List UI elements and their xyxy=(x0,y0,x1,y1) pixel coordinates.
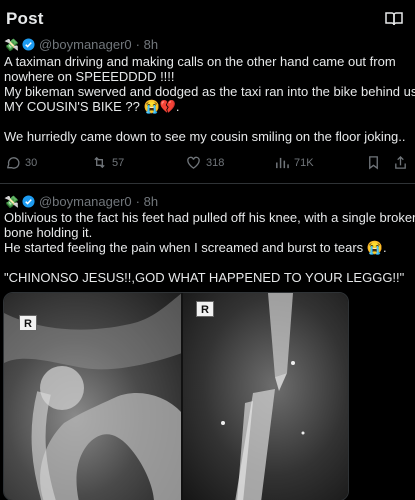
verified-badge-icon xyxy=(22,38,35,51)
tweet-actions: 30 57 318 71K xyxy=(0,155,415,173)
text-line: Oblivious to the fact his feet had pulle… xyxy=(4,210,415,225)
xray-marker: R xyxy=(19,315,37,331)
post-time: · 8h xyxy=(135,37,159,52)
tweet-text: Oblivious to the fact his feet had pulle… xyxy=(4,210,415,285)
reply-icon xyxy=(7,157,20,169)
text-line: MY COUSIN'S BIKE ?? 😭💔. xyxy=(4,99,180,114)
bookmark-icon xyxy=(369,156,378,170)
text-line-blank xyxy=(4,114,410,129)
text-line: A taximan driving and making calls on th… xyxy=(4,54,396,69)
views-chart-icon xyxy=(276,157,289,169)
bookmark-button[interactable] xyxy=(366,155,386,170)
repost-icon xyxy=(94,156,105,169)
like-count: 318 xyxy=(206,156,225,169)
text-line: We hurriedly came down to see my cousin … xyxy=(4,129,406,144)
share-icon xyxy=(395,155,406,169)
top-bar: Post xyxy=(0,0,415,38)
text-line: "CHINONSO JESUS!!,GOD WHAT HAPPENED TO Y… xyxy=(4,270,405,285)
tweet-meta: 💸 @boymanager0 · 8h xyxy=(4,37,158,52)
text-line: He started feeling the pain when I screa… xyxy=(4,240,387,255)
author-handle[interactable]: @boymanager0 xyxy=(39,37,132,52)
post-time: · 8h xyxy=(135,194,159,209)
money-emoji: 💸 xyxy=(4,37,19,52)
divider xyxy=(0,183,415,184)
text-line-blank xyxy=(4,255,410,270)
like-button[interactable]: 318 xyxy=(186,155,224,170)
view-count: 71K xyxy=(294,156,314,169)
page-title: Post xyxy=(6,9,44,28)
xray-marker: R xyxy=(196,301,214,317)
tweet-text: A taximan driving and making calls on th… xyxy=(4,54,415,144)
views-button[interactable]: 71K xyxy=(274,155,314,170)
hip-xray-image: R xyxy=(4,293,182,500)
reply-count: 30 xyxy=(25,156,38,169)
leg-xray-image: R xyxy=(183,293,348,500)
reader-mode-icon[interactable] xyxy=(385,11,403,27)
reply-button[interactable]: 30 xyxy=(5,155,37,170)
femur-fracture-shape xyxy=(221,293,305,500)
tweet-meta: 💸 @boymanager0 · 8h xyxy=(4,194,158,209)
text-line: My bikeman swerved and dodged as the tax… xyxy=(4,84,415,99)
repost-count: 57 xyxy=(112,156,125,169)
money-emoji: 💸 xyxy=(4,194,19,209)
text-line: bone holding it. xyxy=(4,225,93,240)
heart-icon xyxy=(187,156,200,169)
repost-button[interactable]: 57 xyxy=(92,155,124,170)
verified-badge-icon xyxy=(22,195,35,208)
xray-image[interactable]: R R xyxy=(3,292,349,500)
share-button[interactable] xyxy=(393,155,413,170)
author-handle[interactable]: @boymanager0 xyxy=(39,194,132,209)
text-line: nowhere on SPEEEDDDD !!!! xyxy=(4,69,175,84)
